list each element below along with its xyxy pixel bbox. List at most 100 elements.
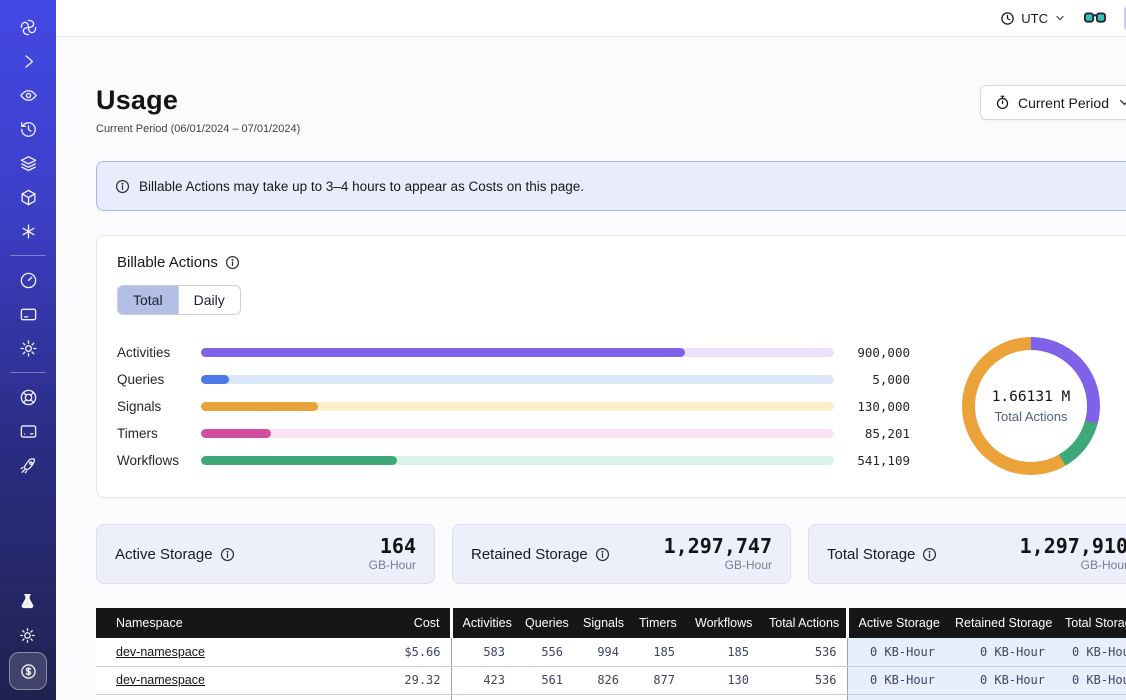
storage-unit: GB-Hour [664, 558, 772, 572]
sidebar-item-cli[interactable] [10, 414, 46, 448]
namespaces-icon [19, 86, 38, 105]
timezone-selector[interactable]: UTC [1000, 11, 1066, 26]
col-header-total-actions: Total Actions [759, 608, 847, 638]
sidebar-item-settings[interactable] [10, 331, 46, 365]
cell-active-storage: 0 KB-Hour [847, 638, 945, 666]
cell-total-actions: 536 [759, 666, 847, 694]
bar-row-signals: Signals130,000 [117, 400, 910, 412]
sidebar-item-temporal-logo[interactable] [10, 10, 46, 44]
cell-activities: 492 [451, 694, 515, 700]
cell-retained-storage: 0 KB-Hour [945, 694, 1055, 700]
donut-total-value: 1.66131 M [992, 389, 1071, 405]
billable-actions-title: Billable Actions [117, 254, 218, 271]
table-row: dev-namespace$5.665835569941851855360 KB… [96, 638, 1126, 666]
sidebar-group [10, 380, 46, 482]
bar-label: Signals [117, 399, 189, 414]
cell-timers: 185 [629, 638, 685, 666]
sidebar-item-nexus[interactable] [10, 214, 46, 248]
bar-value: 900,000 [846, 345, 910, 360]
storage-card-number: 1,297,747GB-Hour [664, 536, 772, 572]
sidebar-item-usage[interactable] [10, 263, 46, 297]
cell-queries: 536 [515, 694, 573, 700]
title-row: Usage Current Period (06/01/2024 – 07/01… [96, 85, 1126, 135]
cell-timers: 816 [629, 694, 685, 700]
storage-card-label: Retained Storage [471, 546, 610, 563]
usage-table-wrap: NamespaceCostActivitiesQueriesSignalsTim… [96, 608, 1126, 700]
tab-total[interactable]: Total [118, 286, 179, 314]
sidebar-divider [10, 255, 46, 256]
sidebar-item-getting-started[interactable] [10, 448, 46, 482]
labs-icon [18, 592, 37, 611]
sidebar-divider [10, 372, 46, 373]
cell-total-actions: 130 [759, 694, 847, 700]
glasses-icon [1084, 10, 1106, 26]
period-dropdown-button[interactable]: Current Period [980, 85, 1126, 120]
bar-track [201, 402, 834, 411]
cell-workflows: 130 [685, 666, 759, 694]
bar-label: Activities [117, 345, 189, 360]
cell-signals: 883 [573, 694, 629, 700]
tab-daily[interactable]: Daily [179, 286, 240, 314]
bar-chart: Activities900,000Queries5,000Signals130,… [117, 346, 936, 466]
col-header-namespace: Namespace [96, 608, 361, 638]
cell-activities: 423 [451, 666, 515, 694]
namespace-link[interactable]: dev-namespace [116, 645, 205, 659]
deployments-icon [19, 188, 38, 207]
chevron-right-icon [19, 52, 38, 71]
sidebar-item-namespaces[interactable] [10, 78, 46, 112]
storage-card-label: Total Storage [827, 546, 937, 563]
bar-track [201, 456, 834, 465]
sidebar-item-pricing[interactable] [9, 652, 47, 690]
chevron-down-icon [1054, 12, 1066, 24]
timezone-label: UTC [1021, 11, 1048, 26]
schedules-icon [19, 120, 38, 139]
cell-total-storage: 0 KB-Hour [1055, 638, 1126, 666]
namespace-cell: dev-namespace [96, 694, 361, 700]
info-icon[interactable] [595, 547, 610, 562]
billable-actions-header: Billable Actions [117, 254, 1126, 271]
cell-signals: 826 [573, 666, 629, 694]
table-body: dev-namespace$5.665835569941851855360 KB… [96, 638, 1126, 700]
sidebar-item-layers[interactable] [10, 146, 46, 180]
usage-table: NamespaceCostActivitiesQueriesSignalsTim… [96, 608, 1126, 700]
storage-unit: GB-Hour [1020, 558, 1126, 572]
sidebar-item-support[interactable] [10, 380, 46, 414]
col-header-signals: Signals [573, 608, 629, 638]
labs-glasses-toggle[interactable] [1084, 10, 1106, 26]
sidebar-item-billing[interactable] [10, 297, 46, 331]
sidebar [0, 0, 56, 700]
sidebar-item-chevron-right[interactable] [10, 44, 46, 78]
nexus-icon [19, 222, 38, 241]
page-subtitle: Current Period (06/01/2024 – 07/01/2024) [96, 123, 300, 135]
billable-actions-chart: Activities900,000Queries5,000Signals130,… [117, 337, 1126, 475]
bar-track [201, 375, 834, 384]
layers-icon [19, 154, 38, 173]
sidebar-item-labs[interactable] [9, 584, 45, 618]
donut-wrap: 1.66131 M Total Actions [936, 337, 1126, 475]
billable-actions-card: Billable Actions TotalDaily Activities 90… [96, 235, 1126, 498]
cell-retained-storage: 0 KB-Hour [945, 638, 1055, 666]
temporal-logo-icon [19, 18, 38, 37]
info-icon[interactable] [225, 255, 240, 270]
total-daily-tabs: TotalDaily [117, 285, 241, 315]
cell-retained-storage: 0 KB-Hour [945, 666, 1055, 694]
cell-total-storage: 0 KB-Hour [1055, 694, 1126, 700]
namespace-link[interactable]: dev-namespace [116, 673, 205, 687]
storage-value: 1,297,747 [664, 536, 772, 557]
bar-fill [201, 375, 229, 384]
info-banner: Billable Actions may take up to 3–4 hour… [96, 161, 1126, 211]
info-icon[interactable] [220, 547, 235, 562]
sidebar-item-theme[interactable] [9, 618, 45, 652]
info-icon [115, 179, 130, 194]
info-icon[interactable] [922, 547, 937, 562]
bar-label: Workflows [117, 453, 189, 468]
cell-signals: 994 [573, 638, 629, 666]
sidebar-item-deployments[interactable] [10, 180, 46, 214]
bar-fill [201, 348, 685, 357]
bar-fill [201, 456, 397, 465]
storage-card-number: 164GB-Hour [369, 536, 416, 572]
col-header-activities: Activities [451, 608, 515, 638]
storage-label-text: Active Storage [115, 546, 213, 563]
bar-label: Timers [117, 426, 189, 441]
sidebar-item-schedules[interactable] [10, 112, 46, 146]
